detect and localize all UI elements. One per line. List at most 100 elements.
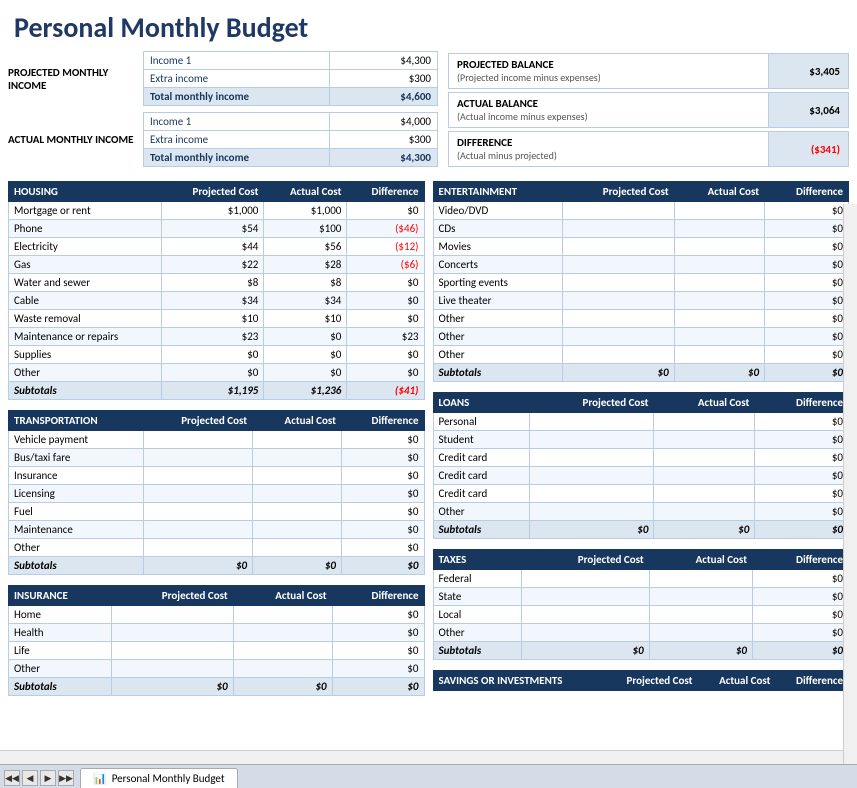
row-name: Health <box>9 624 112 642</box>
row-name: Credit card <box>433 449 530 467</box>
sheet-nav: ◀◀ ◀ ▶ ▶▶ <box>4 770 74 786</box>
table-row: Local$0 <box>433 606 849 624</box>
row-name: Credit card <box>433 467 530 485</box>
difference: $0 <box>755 467 849 485</box>
loans-table: LOANS Projected Cost Actual Cost Differe… <box>433 392 850 539</box>
actual-cost: $8 <box>264 274 347 292</box>
vertical-scrollbar[interactable] <box>843 204 857 764</box>
difference-sub: (Actual minus projected) <box>457 149 760 162</box>
actual-cost <box>253 503 342 521</box>
actual-income-table: Income 1 $4,000 Extra income $300 Total … <box>143 112 438 167</box>
table-row: Home$0 <box>9 606 425 624</box>
income-item-name: Extra income <box>144 70 330 88</box>
subtotal-diff: $0 <box>765 364 849 382</box>
difference-label: DIFFERENCE (Actual minus projected) <box>449 132 768 166</box>
row-name: Bus/taxi fare <box>9 449 144 467</box>
subtotal-label: Subtotals <box>433 521 530 539</box>
actual-cost <box>649 624 752 642</box>
loans-actual-header: Actual Cost <box>654 393 755 413</box>
row-name: Federal <box>433 570 522 588</box>
row-name: Vehicle payment <box>9 431 144 449</box>
actual-income-block: ACTUAL MONTHLY INCOME Income 1 $4,000 Ex… <box>8 112 438 167</box>
actual-cost <box>253 449 342 467</box>
projected-cost <box>143 503 252 521</box>
subtotal-row: Subtotals$0$0$0 <box>9 557 425 575</box>
table-row: Supplies$0$0$0 <box>9 346 425 364</box>
projected-cost <box>530 503 654 521</box>
projected-cost <box>143 449 252 467</box>
difference: $0 <box>753 588 849 606</box>
insurance-diff-header: Difference <box>332 586 424 606</box>
table-row: Other$0 <box>9 660 425 678</box>
projected-cost: $10 <box>162 310 264 328</box>
projected-cost <box>143 521 252 539</box>
difference: ($6) <box>347 256 424 274</box>
difference: $0 <box>753 570 849 588</box>
difference: $0 <box>341 449 424 467</box>
row-name: Supplies <box>9 346 162 364</box>
table-row: Live theater$0 <box>433 292 849 310</box>
table-row: Maintenance$0 <box>9 521 425 539</box>
first-sheet-arrow[interactable]: ◀◀ <box>4 770 20 786</box>
taxes-section-label: TAXES <box>433 550 522 570</box>
actual-cost <box>654 413 755 431</box>
balance-section: PROJECTED BALANCE (Projected income minu… <box>448 51 849 173</box>
row-name: Phone <box>9 220 162 238</box>
actual-cost <box>253 539 342 557</box>
projected-cost <box>143 431 252 449</box>
table-row: Student$0 <box>433 431 849 449</box>
difference: $0 <box>765 346 849 364</box>
tab-label: Personal Monthly Budget <box>112 772 225 785</box>
projected-cost <box>522 624 649 642</box>
subtotal-row: Subtotals$0$0$0 <box>433 364 849 382</box>
difference-main: DIFFERENCE <box>457 136 760 149</box>
insurance-projected-header: Projected Cost <box>111 586 233 606</box>
projected-cost: $1,000 <box>162 202 264 220</box>
table-row: Other$0 <box>433 503 849 521</box>
projected-cost <box>522 606 649 624</box>
difference: $0 <box>765 274 849 292</box>
projected-cost <box>143 539 252 557</box>
table-row: State $0 <box>433 588 849 606</box>
actual-cost <box>674 220 764 238</box>
savings-actual-header: Actual Cost <box>698 671 776 691</box>
actual-cost <box>649 588 752 606</box>
difference-value: ($341) <box>768 132 848 166</box>
projected-cost: $54 <box>162 220 264 238</box>
taxes-header: TAXES Projected Cost Actual Cost Differe… <box>433 550 849 570</box>
row-name: Life <box>9 642 112 660</box>
difference: $0 <box>332 606 424 624</box>
savings-table: SAVINGS OR INVESTMENTS Projected Cost Ac… <box>433 670 850 691</box>
income-row: Extra income $300 <box>144 70 438 88</box>
entertainment-actual-header: Actual Cost <box>674 182 764 202</box>
table-row: Other$0 <box>433 328 849 346</box>
row-name: Licensing <box>9 485 144 503</box>
income-total-amount: $4,600 <box>329 88 437 106</box>
projected-cost <box>530 413 654 431</box>
difference: $0 <box>347 346 424 364</box>
sheet-tab[interactable]: 📊 Personal Monthly Budget <box>80 768 238 788</box>
row-name: State <box>433 588 522 606</box>
actual-balance-sub: (Actual income minus expenses) <box>457 110 760 123</box>
subtotal-actual: $0 <box>674 364 764 382</box>
next-sheet-arrow[interactable]: ▶ <box>40 770 56 786</box>
subtotal-projected: $1,195 <box>162 382 264 400</box>
table-row: Credit card$0 <box>433 449 849 467</box>
prev-sheet-arrow[interactable]: ◀ <box>22 770 38 786</box>
difference: $0 <box>341 431 424 449</box>
actual-cost <box>233 606 332 624</box>
actual-cost: $100 <box>264 220 347 238</box>
projected-cost <box>522 588 649 606</box>
last-sheet-arrow[interactable]: ▶▶ <box>58 770 74 786</box>
taxes-actual-header: Actual Cost <box>649 550 752 570</box>
income-item-name: Extra income <box>144 131 330 149</box>
difference: $23 <box>347 328 424 346</box>
actual-cost <box>654 449 755 467</box>
actual-cost: $0 <box>264 328 347 346</box>
transportation-projected-header: Projected Cost <box>143 411 252 431</box>
table-row: Personal$0 <box>433 413 849 431</box>
projected-cost <box>563 346 674 364</box>
horizontal-scrollbar[interactable] <box>0 750 843 764</box>
table-row: Other$0$0$0 <box>9 364 425 382</box>
savings-projected-header: Projected Cost <box>602 671 698 691</box>
